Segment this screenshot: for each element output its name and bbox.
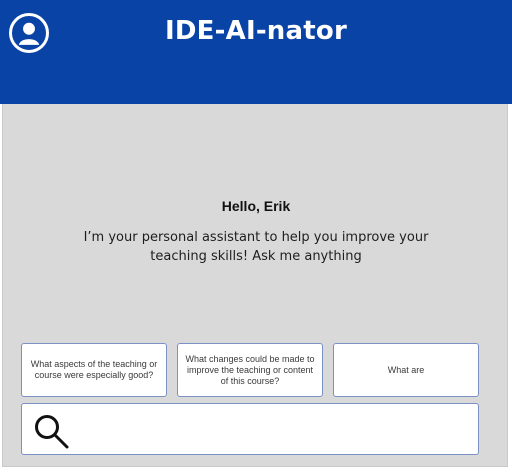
search-icon[interactable] — [31, 411, 71, 451]
assistant-intro-text: I’m your personal assistant to help you … — [83, 230, 429, 264]
chat-area: Hello, Erik I’m your personal assistant … — [2, 104, 508, 467]
app-title: IDE-AI-nator — [165, 16, 347, 46]
search-input[interactable] — [80, 412, 474, 448]
greeting-text: Hello, Erik — [221, 198, 291, 214]
suggestion-button[interactable]: What aspects of the teaching or course w… — [21, 343, 167, 397]
app-window: IDE-AI-nator Hello, Erik I’m your person… — [0, 0, 512, 472]
suggestion-button[interactable]: What are — [333, 343, 479, 397]
suggestion-button[interactable]: What changes could be made to improve th… — [177, 343, 323, 397]
search-bar[interactable] — [21, 403, 479, 455]
suggestion-list: What aspects of the teaching or course w… — [21, 343, 479, 397]
header: IDE-AI-nator — [0, 0, 512, 104]
